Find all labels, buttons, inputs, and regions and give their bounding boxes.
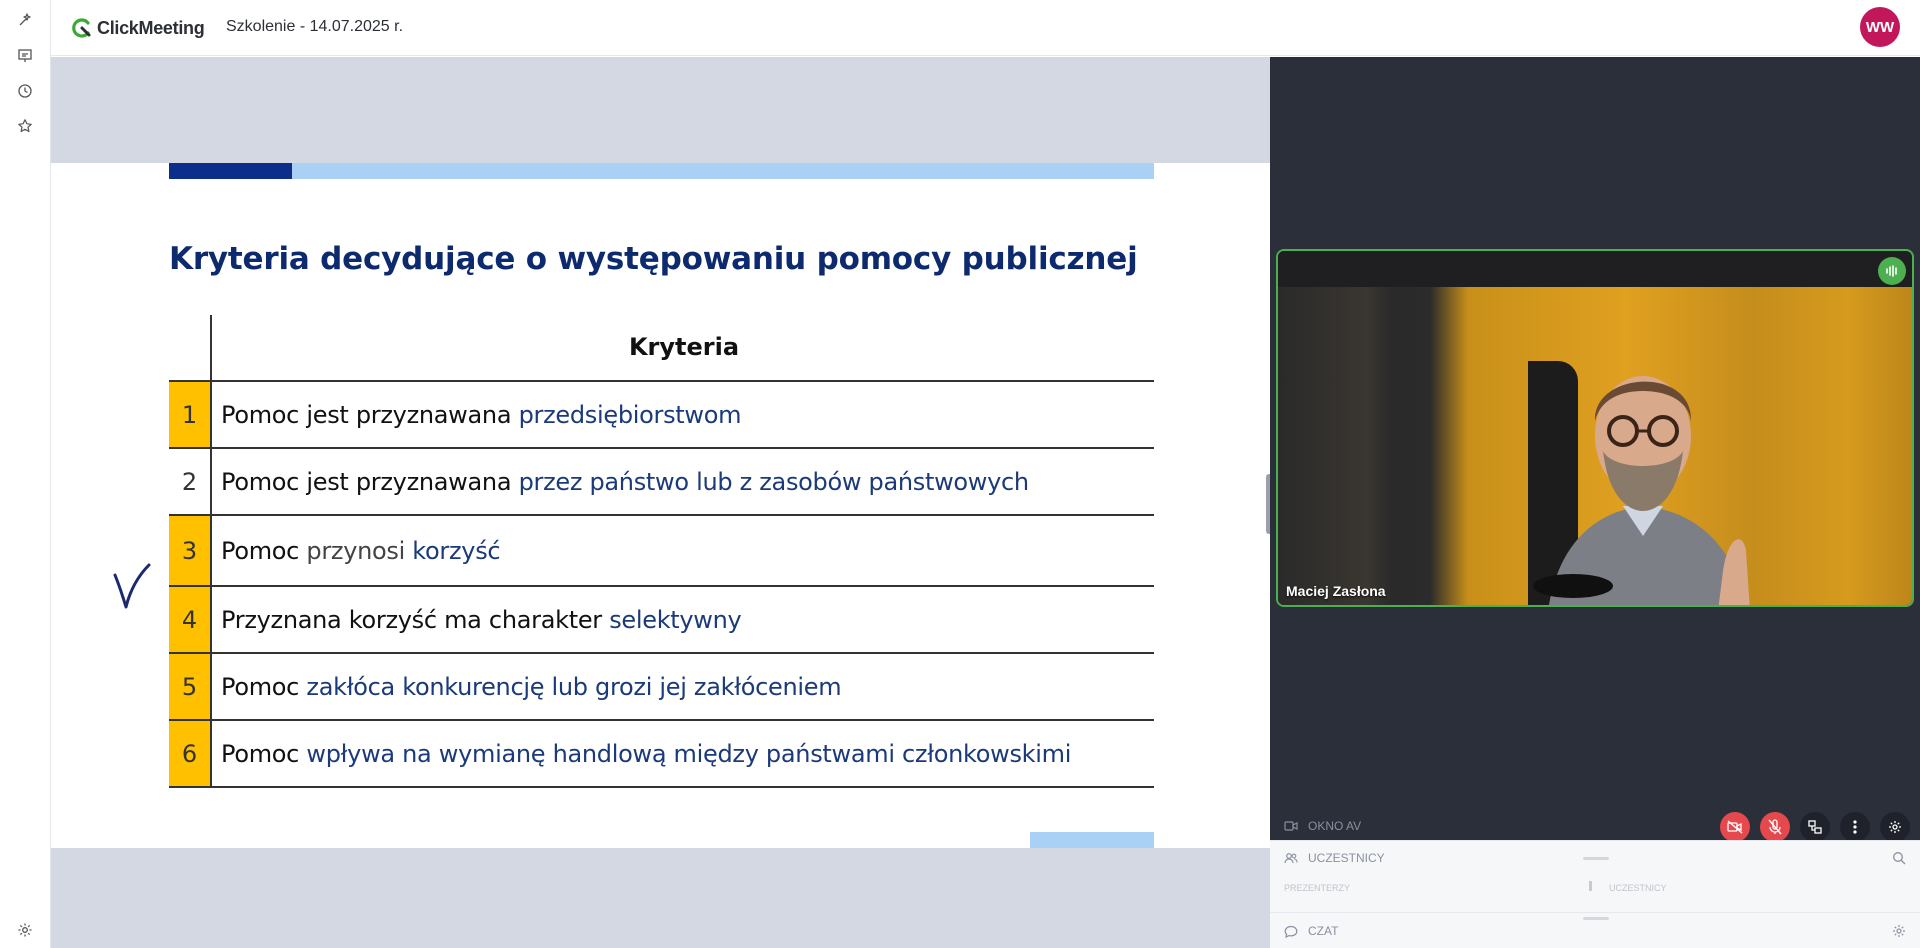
history-icon[interactable] (13, 79, 37, 103)
criteria-text-part: Pomoc jest przyznawana (221, 400, 519, 429)
camera-off-icon (1727, 820, 1743, 834)
criteria-text-part: selektywny (609, 605, 742, 634)
criteria-text-part: Pomoc (221, 536, 307, 565)
clickmeeting-logo-icon (72, 18, 91, 38)
search-icon[interactable] (1892, 851, 1906, 870)
participant-name: Maciej Zasłona (1286, 583, 1386, 599)
criteria-text: Pomoc zakłóca konkurencję lub grozi jej … (221, 654, 842, 719)
criteria-row: 1 Pomoc jest przyznawana przedsiębiorstwo… (169, 382, 1154, 449)
criteria-text-part: przynosi (306, 536, 413, 565)
chat-resize-grip[interactable] (1583, 917, 1609, 920)
clickmeeting-logo[interactable]: ClickMeeting (71, 14, 205, 42)
presentation-stage: Kryteria decydujące o występowaniu pomoc… (51, 57, 1270, 948)
slide-accent-bar-dark (169, 163, 292, 179)
more-vertical-icon (1853, 820, 1857, 834)
participants-icon (1284, 853, 1298, 864)
header-number-cell (169, 315, 212, 382)
participants-resize-grip[interactable] (1583, 857, 1609, 860)
star-icon[interactable] (13, 114, 37, 138)
criteria-text: Przyznana korzyść ma charakter selektywn… (221, 587, 742, 652)
criteria-number: 6 (169, 721, 212, 786)
criteria-number: 3 (169, 516, 212, 585)
av-settings-button[interactable] (1880, 812, 1910, 842)
criteria-number: 2 (169, 449, 212, 514)
more-options-button[interactable] (1840, 812, 1870, 842)
criteria-row: 4 Przyznana korzyść ma charakter selektyw… (169, 587, 1154, 654)
criteria-text: Pomoc jest przyznawana przedsiębiorstwom (221, 382, 741, 447)
presenters-column-header: PREZENTERZY (1284, 883, 1351, 891)
left-rail (0, 0, 51, 948)
criteria-text-part: Pomoc (221, 739, 307, 768)
handwritten-checkmark (113, 563, 151, 609)
slide-accent-bar-light (292, 163, 1154, 179)
top-bar: ClickMeeting Szkolenie - 14.07.2025 r. W… (51, 0, 1920, 56)
settings-icon[interactable] (13, 918, 37, 942)
chat-label: CZAT (1308, 924, 1339, 938)
criteria-number: 5 (169, 654, 212, 719)
criteria-number: 4 (169, 587, 212, 652)
criteria-table-header: Kryteria (169, 315, 1154, 382)
criteria-header-label: Kryteria (628, 333, 740, 361)
slide-accent-bar-bottom (1030, 832, 1154, 848)
video-ceiling (1278, 251, 1912, 287)
criteria-text-part: przez państwo lub z zasobów państwowych (518, 467, 1030, 496)
user-avatar[interactable]: WW (1860, 7, 1900, 47)
meeting-title: Szkolenie - 14.07.2025 r. (226, 18, 404, 35)
slide-title: Kryteria decydujące o występowaniu pomoc… (169, 241, 1138, 277)
criteria-text-part: Pomoc (221, 672, 307, 701)
criteria-row: 2 Pomoc jest przyznawana przez państwo lu… (169, 449, 1154, 516)
camera-icon (1284, 821, 1298, 831)
chat-icon (1284, 925, 1298, 938)
criteria-row: 3 Pomoc przynosi korzyść (169, 516, 1154, 587)
video-tile[interactable]: Maciej Zasłona (1276, 249, 1914, 607)
criteria-text-part: wpływa na wymianę handlową między państw… (306, 739, 1072, 768)
criteria-text-part: Przyznana korzyść ma charakter (221, 605, 610, 634)
participants-label: UCZESTNICY (1308, 851, 1385, 865)
logo-text: ClickMeeting (97, 17, 205, 38)
criteria-text: Pomoc jest przyznawana przez państwo lub… (221, 449, 1029, 514)
criteria-table: Kryteria 1 Pomoc jest przyznawana przedsi… (169, 315, 1154, 788)
av-window-label[interactable]: OKNO AV (1284, 819, 1361, 833)
speaking-indicator-icon (1878, 257, 1906, 285)
av-window-text: OKNO AV (1308, 819, 1362, 833)
criteria-text-part: zakłóca konkurencję lub grozi jej zakłóc… (306, 672, 842, 701)
slide: Kryteria decydujące o występowaniu pomoc… (51, 163, 1270, 848)
mic-off-icon (1768, 819, 1782, 835)
criteria-text: Pomoc wpływa na wymianę handlową między … (221, 721, 1071, 786)
chat-settings-icon[interactable] (1892, 924, 1906, 943)
criteria-row: 5 Pomoc zakłóca konkurencję lub grozi jej… (169, 654, 1154, 721)
layout-button[interactable] (1800, 812, 1830, 842)
layout-icon (1808, 820, 1822, 834)
criteria-text: Pomoc przynosi korzyść (221, 516, 501, 585)
chat-section: CZAT (1270, 912, 1920, 948)
camera-off-button[interactable] (1720, 812, 1750, 842)
presentation-icon[interactable] (13, 44, 37, 68)
attendees-column-header: UCZESTNICY (1609, 883, 1667, 891)
criteria-text-part: Pomoc jest przyznawana (221, 467, 519, 496)
criteria-number: 1 (169, 382, 212, 447)
gear-icon (1889, 821, 1901, 833)
participants-section: UCZESTNICY PREZENTERZY UCZESTNICY (1270, 840, 1920, 912)
criteria-row: 6 Pomoc wpływa na wymianę handlową między… (169, 721, 1154, 788)
participants-divider (1589, 881, 1592, 891)
participants-columns: PREZENTERZY UCZESTNICY (1284, 881, 1904, 891)
chat-header[interactable]: CZAT (1284, 924, 1338, 938)
participants-header[interactable]: UCZESTNICY (1284, 851, 1385, 865)
criteria-text-part: korzyść (412, 536, 501, 565)
criteria-text-part: przedsiębiorstwom (518, 400, 742, 429)
right-panel: Maciej Zasłona OKNO AV UCZESTNICY PREZEN… (1270, 57, 1920, 948)
participant-video-image (1528, 361, 1750, 605)
magic-icon[interactable] (13, 8, 37, 32)
mic-off-button[interactable] (1760, 812, 1790, 842)
